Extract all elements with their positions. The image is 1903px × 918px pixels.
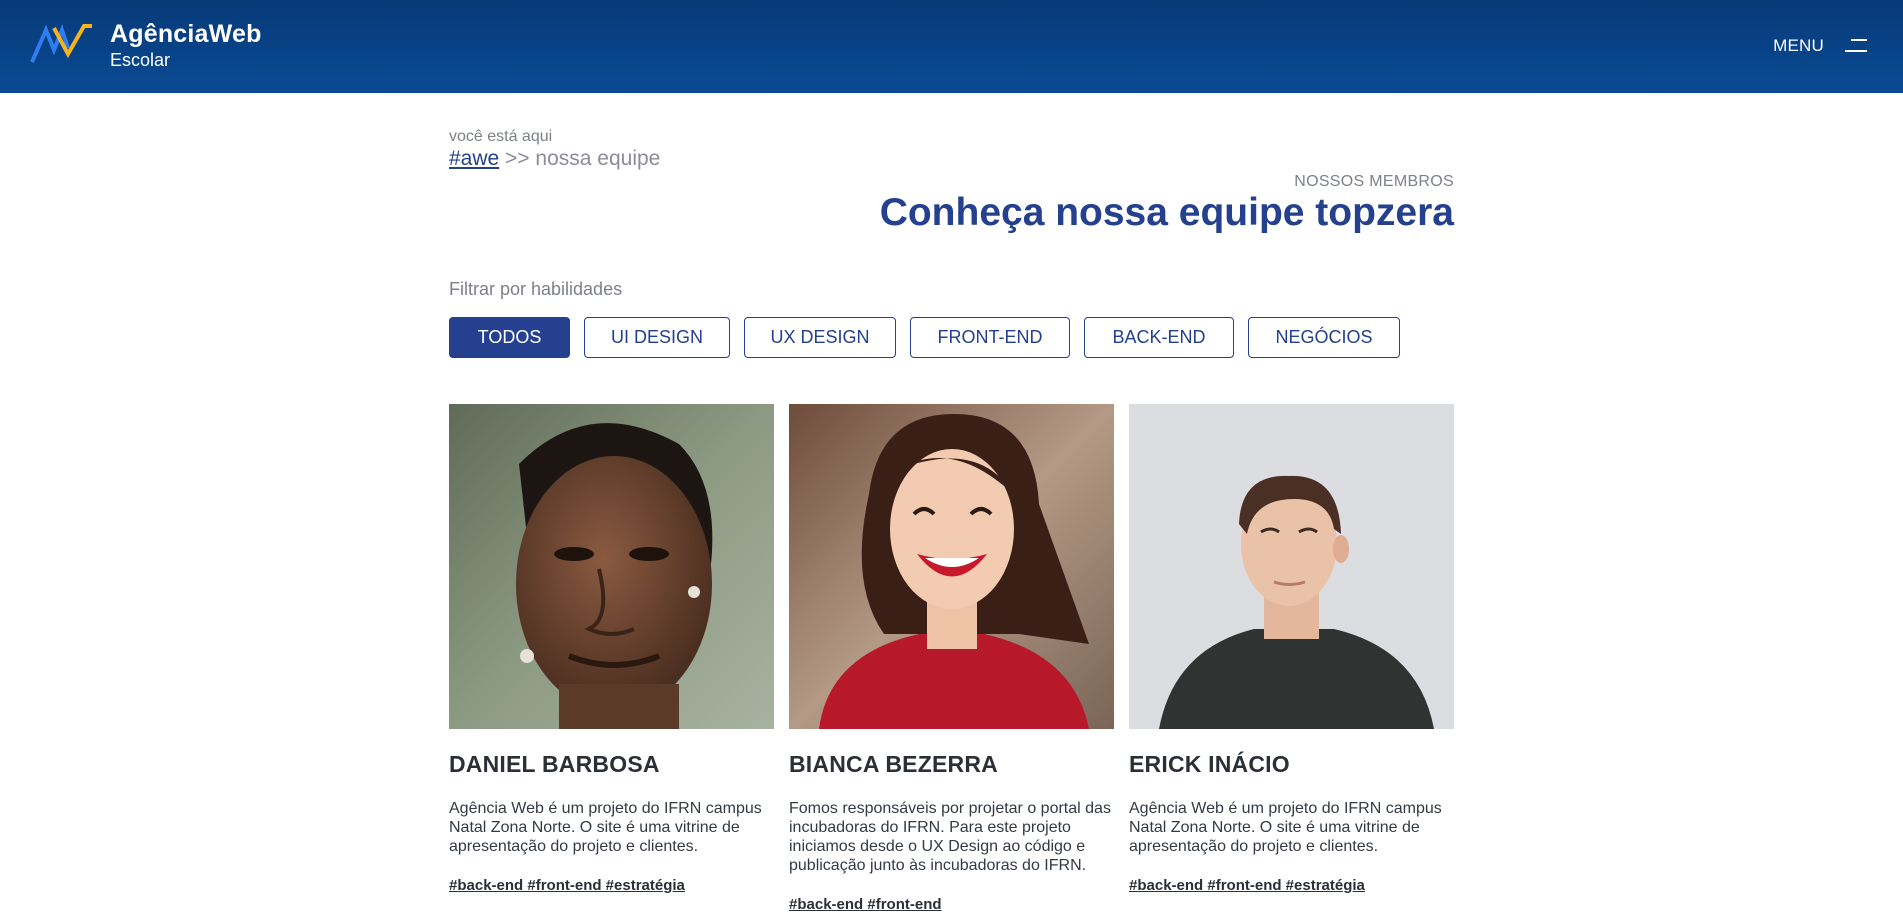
filter-negocios-button[interactable]: NEGÓCIOS <box>1248 317 1400 358</box>
member-tags-link[interactable]: #back-end #front-end <box>789 896 1114 913</box>
menu-label: MENU <box>1773 36 1824 55</box>
menu-button[interactable]: MENU <box>1773 36 1867 56</box>
brand-title: AgênciaWeb <box>110 20 262 48</box>
filter-label: Filtrar por habilidades <box>449 279 623 299</box>
portrait-woman-smiling-image <box>789 404 1114 729</box>
portrait-young-man-image <box>1129 404 1454 729</box>
filter-back-end-button[interactable]: BACK-END <box>1084 317 1234 358</box>
team-page-content: você está aqui #awe >> nossa equipe NOSS… <box>449 93 1454 918</box>
member-photo-daniel <box>449 404 774 729</box>
breadcrumb: #awe >> nossa equipe <box>449 147 660 171</box>
member-name: ERICK INÁCIO <box>1129 751 1290 777</box>
breadcrumb-current: >> nossa equipe <box>505 147 661 170</box>
member-name: DANIEL BARBOSA <box>449 751 660 777</box>
portrait-man-braids-image <box>449 404 774 729</box>
member-photo-bianca <box>789 404 1114 729</box>
filter-ux-design-button[interactable]: UX DESIGN <box>744 317 896 358</box>
member-name: BIANCA BEZERRA <box>789 751 998 777</box>
hamburger-icon <box>1843 37 1867 55</box>
member-card-bianca: BIANCA BEZERRA Fomos responsáveis por pr… <box>789 404 1114 913</box>
filter-front-end-button[interactable]: FRONT-END <box>910 317 1070 358</box>
section-eyebrow: NOSSOS MEMBROS <box>1294 173 1454 190</box>
filter-ui-design-button[interactable]: UI DESIGN <box>584 317 730 358</box>
member-tags-link[interactable]: #back-end #front-end #estratégia <box>449 877 774 894</box>
member-card-erick: ERICK INÁCIO Agência Web é um projeto do… <box>1129 404 1454 913</box>
member-photo-erick <box>1129 404 1454 729</box>
breadcrumb-prefix: você está aqui <box>449 128 553 145</box>
member-bio: Fomos responsáveis por projetar o portal… <box>789 800 1111 874</box>
page-title: Conheça nossa equipe topzera <box>879 191 1454 234</box>
member-tags-link[interactable]: #back-end #front-end #estratégia <box>1129 877 1454 894</box>
member-bio: Agência Web é um projeto do IFRN campus … <box>449 800 762 855</box>
breadcrumb-home-link[interactable]: #awe <box>449 147 499 170</box>
skill-filter-group: TODOS UI DESIGN UX DESIGN FRONT-END BACK… <box>449 317 1414 358</box>
member-card-daniel: DANIEL BARBOSA Agência Web é um projeto … <box>449 404 774 913</box>
filter-todos-button[interactable]: TODOS <box>449 317 570 358</box>
team-member-list: DANIEL BARBOSA Agência Web é um projeto … <box>449 404 1454 913</box>
agencia-web-logo-icon <box>30 24 92 63</box>
brand-subtitle: Escolar <box>110 50 171 70</box>
brand-logo[interactable]: AgênciaWeb Escolar <box>28 20 262 69</box>
top-navigation-bar: AgênciaWeb Escolar MENU <box>0 0 1903 93</box>
member-bio: Agência Web é um projeto do IFRN campus … <box>1129 800 1442 855</box>
